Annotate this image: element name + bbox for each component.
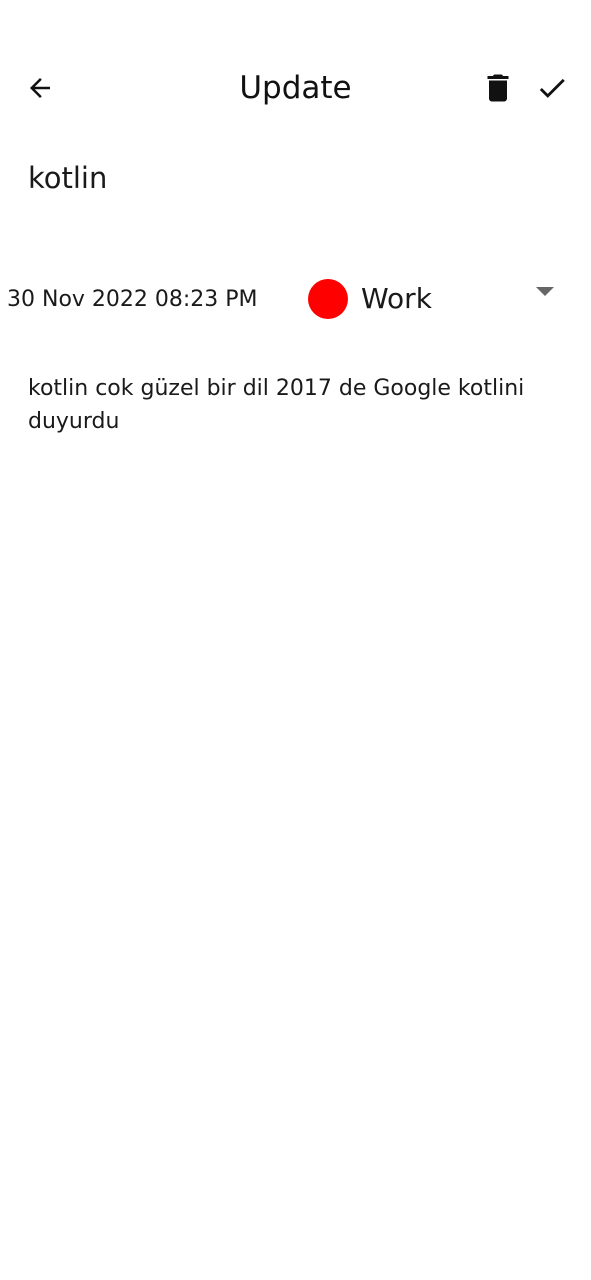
save-button[interactable] bbox=[530, 66, 574, 110]
delete-button[interactable] bbox=[476, 66, 520, 110]
note-content-input[interactable]: kotlin cok güzel bir dil 2017 de Google … bbox=[28, 372, 573, 772]
arrow-left-icon bbox=[30, 78, 50, 98]
check-icon bbox=[539, 78, 565, 98]
trash-icon bbox=[487, 74, 509, 102]
note-date[interactable]: 30 Nov 2022 08:23 PM bbox=[7, 280, 258, 320]
category-label: Work bbox=[361, 282, 432, 315]
note-title-input[interactable] bbox=[28, 154, 558, 202]
back-button[interactable] bbox=[18, 66, 62, 110]
category-dropdown[interactable]: Work bbox=[300, 272, 570, 326]
dropdown-arrow-icon bbox=[536, 287, 554, 296]
category-color-dot bbox=[308, 279, 348, 319]
app-toolbar: Update bbox=[0, 0, 591, 176]
